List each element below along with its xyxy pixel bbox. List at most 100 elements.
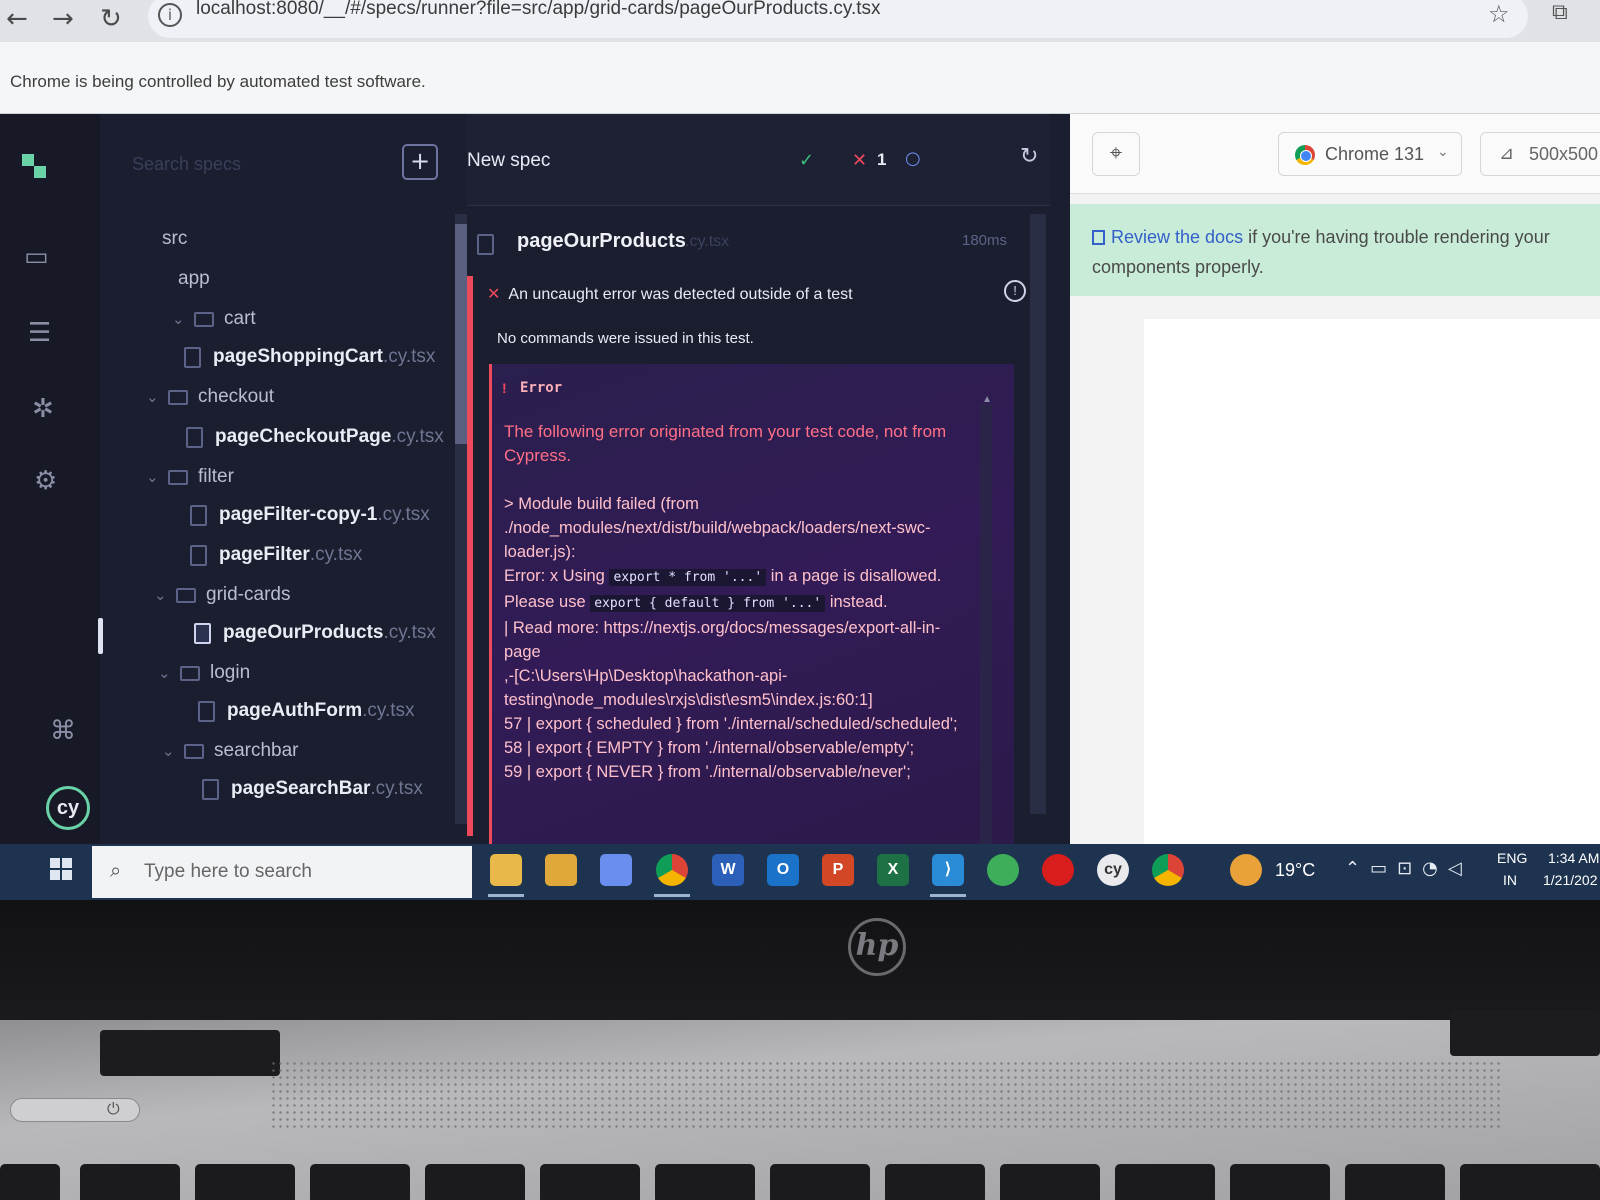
chevron-down-icon[interactable]: ⌄ xyxy=(146,388,168,406)
word-icon[interactable]: W xyxy=(712,854,744,886)
region-indicator[interactable]: IN xyxy=(1503,872,1517,888)
rerun-icon[interactable]: ↻ xyxy=(1020,144,1038,169)
chevron-down-icon[interactable]: ⌄ xyxy=(154,586,176,604)
spec-file-icon xyxy=(190,544,207,566)
error-line-7: 57 | export { scheduled } from './intern… xyxy=(504,715,958,733)
tree-spec-row[interactable]: pageOurProducts .cy.tsx xyxy=(194,622,436,644)
error-detail[interactable]: > Module build failed (from ./node_modul… xyxy=(504,492,974,784)
new-spec-plus-button[interactable]: + xyxy=(402,144,438,180)
keyboard-key[interactable] xyxy=(655,1164,755,1200)
taskbar-search[interactable]: ⌕ Type here to search xyxy=(92,846,472,898)
forward-icon[interactable]: → xyxy=(52,4,74,34)
component-preview-frame[interactable] xyxy=(1144,319,1600,844)
tree-spec-row[interactable]: pageSearchBar .cy.tsx xyxy=(202,778,423,800)
viewport-size[interactable]: ⊿ 500x500 xyxy=(1480,132,1600,176)
keyboard-key[interactable] xyxy=(425,1164,525,1200)
reporter-scrollbar[interactable] xyxy=(1030,214,1046,814)
cypress-logo-icon[interactable]: cy xyxy=(46,786,90,830)
copilot-icon[interactable] xyxy=(600,854,632,886)
cypress-taskbar-icon[interactable]: cy xyxy=(1097,854,1129,886)
chevron-down-icon[interactable]: ⌄ xyxy=(158,664,180,682)
tree-folder-row[interactable]: ⌄ checkout xyxy=(146,386,274,408)
failed-count: 1 xyxy=(877,150,887,169)
outlook-icon[interactable]: O xyxy=(767,854,799,886)
chevron-down-icon[interactable]: ⌄ xyxy=(146,468,168,486)
tree-folder-row[interactable]: src xyxy=(162,228,187,250)
file-explorer-icon[interactable] xyxy=(490,854,522,886)
settings-gear-icon[interactable]: ⚙ xyxy=(34,466,57,496)
url-text[interactable]: localhost:8080/__/#/specs/runner?file=sr… xyxy=(196,0,881,20)
temperature[interactable]: 19°C xyxy=(1275,860,1315,881)
back-icon[interactable]: ← xyxy=(6,4,28,34)
tree-folder-row[interactable]: ⌄ searchbar xyxy=(162,740,299,762)
whatsapp-icon[interactable] xyxy=(987,854,1019,886)
extensions-icon[interactable]: ⧉ xyxy=(1552,0,1568,25)
powerpoint-icon[interactable]: P xyxy=(822,854,854,886)
info-circle-icon[interactable]: ! xyxy=(1004,280,1026,302)
tree-folder-row[interactable]: ⌄ filter xyxy=(146,466,234,488)
keyboard-key[interactable] xyxy=(770,1164,870,1200)
spec-name: pageFilter-copy-1 xyxy=(219,504,378,525)
error-line-9: 59 | export { NEVER } from './internal/o… xyxy=(504,763,911,781)
keyboard-key[interactable] xyxy=(540,1164,640,1200)
uncaught-error-row[interactable]: ✕ An uncaught error was detected outside … xyxy=(487,284,853,304)
weather-icon[interactable] xyxy=(1230,854,1262,886)
keyboard-key[interactable] xyxy=(1460,1164,1600,1200)
vscode-icon[interactable]: ⟩ xyxy=(932,854,964,886)
tree-folder-row[interactable]: app xyxy=(178,268,210,290)
tree-spec-row[interactable]: pageCheckoutPage .cy.tsx xyxy=(186,426,444,448)
debug-bug-icon[interactable]: ✲ xyxy=(32,394,54,424)
specs-nav-icon[interactable]: ▭ xyxy=(24,242,49,272)
system-tray-icons[interactable]: ⌃▭⊡◔◁ xyxy=(1345,858,1472,879)
error-line-5: | Read more: https://nextjs.org/docs/mes… xyxy=(504,619,941,661)
tree-spec-row[interactable]: pageShoppingCart .cy.tsx xyxy=(184,346,435,368)
spec-title-row[interactable]: pageOurProducts .cy.tsx 180ms xyxy=(467,224,1050,272)
tree-folder-row[interactable]: ⌄ login xyxy=(158,662,250,684)
tree-folder-row[interactable]: ⌄ grid-cards xyxy=(154,584,290,606)
new-spec-button[interactable]: New spec xyxy=(467,150,550,172)
keyboard-key[interactable] xyxy=(0,1164,60,1200)
keyboard-key[interactable] xyxy=(80,1164,180,1200)
tree-folder-row[interactable]: ⌄ cart xyxy=(172,308,256,330)
chevron-down-icon[interactable]: ⌄ xyxy=(172,310,194,328)
bookmark-star-icon[interactable]: ☆ xyxy=(1488,0,1510,28)
spec-ext: .cy.tsx xyxy=(377,504,430,525)
folder-name: login xyxy=(210,662,251,683)
sidebar-rail: ▭ ☰ ✲ ⚙ ⌘ cy xyxy=(0,114,100,844)
keyboard-key[interactable] xyxy=(310,1164,410,1200)
review-docs-link[interactable]: Review the docs xyxy=(1111,227,1243,247)
site-info-icon[interactable]: i xyxy=(158,3,182,27)
keyboard-key[interactable] xyxy=(1000,1164,1100,1200)
runs-nav-icon[interactable]: ☰ xyxy=(28,318,51,348)
windows-start-icon[interactable] xyxy=(50,858,72,880)
chrome-automation-taskbar-icon[interactable] xyxy=(1152,854,1184,886)
selector-playground-crosshair-icon[interactable]: ⌖ xyxy=(1092,132,1140,176)
browser-select[interactable]: Chrome 131 ⌄ xyxy=(1278,132,1462,176)
keyboard-shortcuts-icon[interactable]: ⌘ xyxy=(50,716,76,746)
clock-date[interactable]: 1/21/202 xyxy=(1543,872,1598,888)
error-line-1: > Module build failed (from ./node_modul… xyxy=(504,495,931,561)
spec-search-input[interactable]: Search specs xyxy=(132,154,241,175)
keyboard-key[interactable] xyxy=(1345,1164,1445,1200)
keyboard-key[interactable] xyxy=(885,1164,985,1200)
power-button[interactable]: ⏻ xyxy=(10,1098,140,1122)
tree-spec-row[interactable]: pageFilter .cy.tsx xyxy=(190,544,362,566)
excel-icon[interactable]: X xyxy=(877,854,909,886)
keyboard-key[interactable] xyxy=(195,1164,295,1200)
spec-tree: src app ⌄ cart pageShoppingCart .cy.tsx ⌄ check… xyxy=(100,214,455,844)
spec-tree-scroll-thumb[interactable] xyxy=(455,224,467,444)
sticky-notes-icon[interactable] xyxy=(545,854,577,886)
screen-recorder-icon[interactable] xyxy=(1042,854,1074,886)
tree-spec-row[interactable]: pageAuthForm .cy.tsx xyxy=(198,700,415,722)
tree-spec-row[interactable]: pageFilter-copy-1 .cy.tsx xyxy=(190,504,430,526)
clock-time[interactable]: 1:34 AM xyxy=(1548,850,1599,866)
cypress-brand-icon[interactable] xyxy=(22,154,48,180)
chrome-taskbar-icon[interactable] xyxy=(656,854,688,886)
language-indicator[interactable]: ENG xyxy=(1497,850,1527,866)
error-scrollbar[interactable] xyxy=(980,404,992,844)
address-bar[interactable]: i localhost:8080/__/#/specs/runner?file=… xyxy=(148,0,1528,38)
reload-icon[interactable]: ↻ xyxy=(100,4,122,34)
keyboard-key[interactable] xyxy=(1230,1164,1330,1200)
chevron-down-icon[interactable]: ⌄ xyxy=(162,742,184,760)
keyboard-key[interactable] xyxy=(1115,1164,1215,1200)
